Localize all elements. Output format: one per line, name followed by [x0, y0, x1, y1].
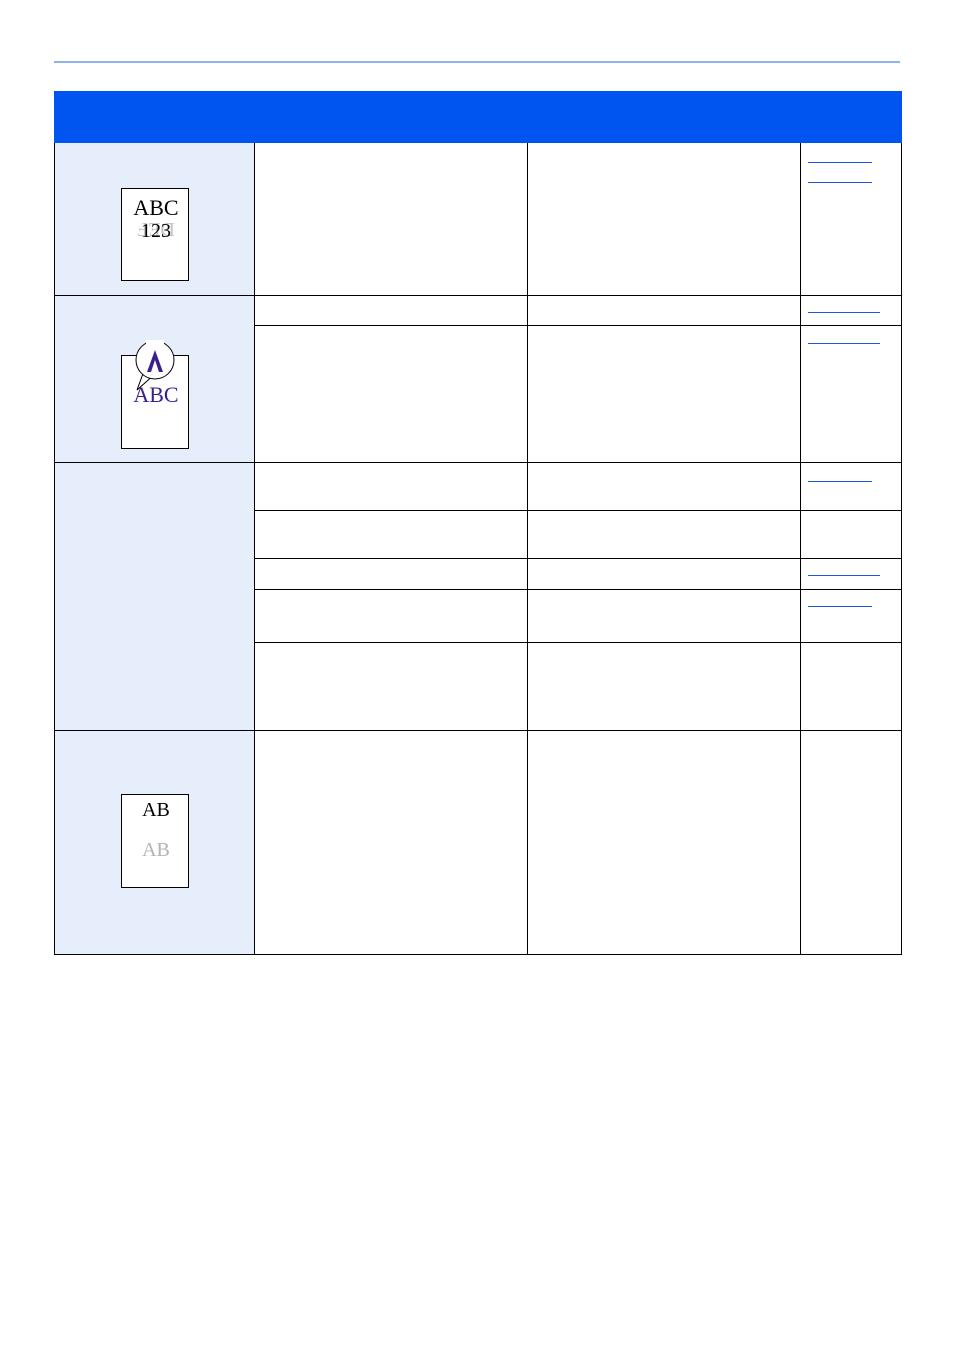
- checkpoint-cell: [254, 462, 528, 511]
- header-cell-checkpoints: [254, 91, 528, 143]
- table-row: ABC: [54, 295, 902, 463]
- checkpoint-cell: [254, 510, 528, 559]
- top-rule: [54, 61, 900, 63]
- sample-text-123: 123: [141, 220, 171, 242]
- table-row: DEF ABC 123: [54, 142, 902, 296]
- checkpoint-cell: [254, 142, 528, 296]
- checkpoint-cell: [254, 325, 528, 463]
- reference-cell: [800, 142, 902, 296]
- reference-link[interactable]: [808, 575, 880, 576]
- reference-cell: [800, 642, 902, 731]
- faint-print-sample: AB AB: [121, 794, 189, 888]
- header-cell-reference-page: [800, 91, 902, 143]
- reference-cell: [800, 510, 902, 559]
- reference-cell[interactable]: [800, 295, 902, 326]
- reference-cell: [800, 325, 902, 463]
- symptom-image-cell: AB AB: [54, 730, 255, 955]
- table-row: AB AB: [54, 730, 902, 955]
- checkpoint-cell: [254, 295, 528, 326]
- reference-link[interactable]: [808, 182, 872, 183]
- checkpoint-cell: [254, 558, 528, 590]
- sample-text-abc: ABC: [133, 195, 179, 220]
- action-cell: [527, 295, 801, 326]
- reference-link[interactable]: [808, 481, 872, 482]
- checkpoint-cell: [254, 642, 528, 731]
- action-cell: [527, 510, 801, 559]
- symptom-image-cell: [54, 462, 255, 731]
- action-cell: [527, 730, 801, 955]
- sample-text-ab-light: AB: [142, 839, 170, 861]
- reference-link[interactable]: [808, 343, 880, 344]
- action-cell: [527, 642, 801, 731]
- action-cell: [527, 558, 801, 590]
- action-cell: [527, 589, 801, 643]
- symptom-image-cell: DEF ABC 123: [54, 142, 255, 296]
- action-cell: [527, 142, 801, 296]
- reference-cell: [800, 730, 902, 955]
- checkpoint-cell: [254, 589, 528, 643]
- reference-cell: [800, 462, 902, 511]
- reference-link[interactable]: [808, 312, 880, 313]
- reference-cell: [800, 558, 902, 590]
- checkpoint-cell: [254, 730, 528, 955]
- header-cell-corrective-actions: [527, 91, 801, 143]
- action-cell: [527, 325, 801, 463]
- reference-link[interactable]: [808, 606, 872, 607]
- magnifier-bubble: [135, 340, 175, 391]
- table-header-row: [54, 91, 902, 143]
- table-row: [54, 462, 902, 731]
- reference-link[interactable]: [808, 162, 872, 163]
- reference-cell: [800, 589, 902, 643]
- action-cell: [527, 462, 801, 511]
- symptom-image-cell: ABC: [54, 295, 255, 463]
- sample-text-ab-dark: AB: [142, 799, 170, 821]
- troubleshooting-table: DEF ABC 123 ABC AB AB: [54, 91, 902, 955]
- header-cell-symptom: [54, 91, 255, 143]
- ghost-image-sample: DEF ABC 123: [121, 188, 189, 281]
